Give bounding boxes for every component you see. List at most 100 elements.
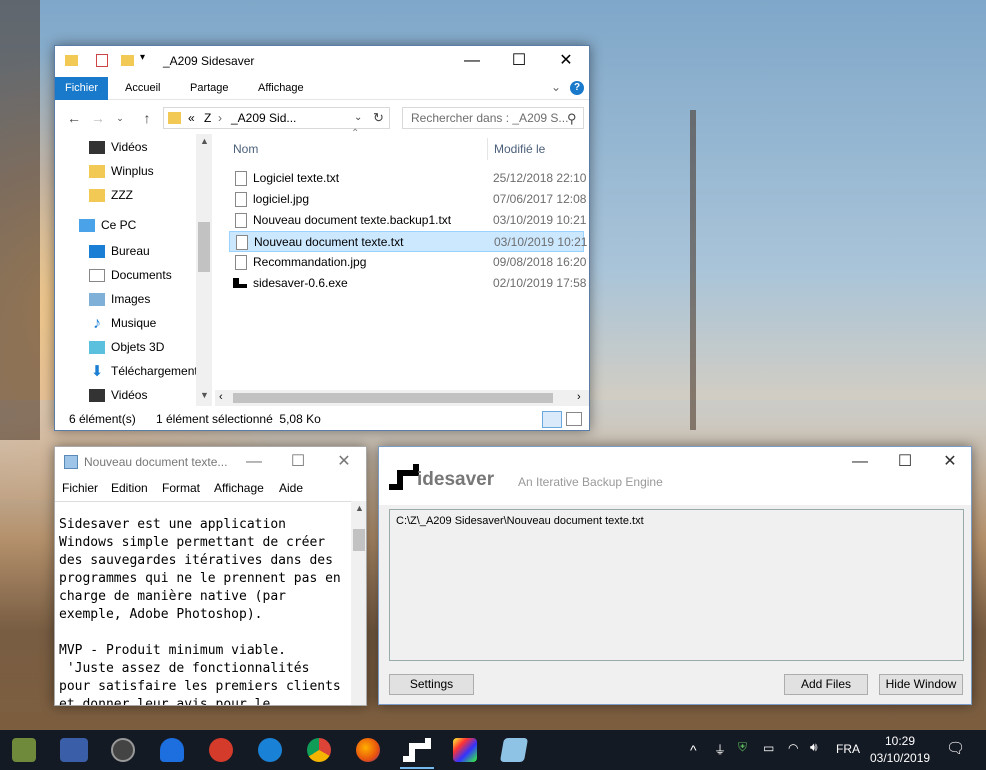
menu-affichage[interactable]: Affichage bbox=[214, 478, 264, 498]
nav-item-musique[interactable]: ♪ Musique bbox=[89, 312, 156, 334]
nav-item-documents[interactable]: Documents bbox=[89, 264, 172, 286]
clock-time[interactable]: 10:29 bbox=[885, 734, 915, 748]
close-button[interactable]: ✕ bbox=[927, 447, 971, 477]
nav-item-label: Bureau bbox=[111, 244, 150, 258]
menu-format[interactable]: Format bbox=[162, 478, 200, 498]
nav-item-videos[interactable]: Vidéos bbox=[89, 136, 147, 158]
sidesaver-taskbar-icon[interactable] bbox=[403, 738, 431, 762]
clock-date[interactable]: 03/10/2019 bbox=[870, 751, 930, 765]
tab-fichier[interactable]: Fichier bbox=[55, 77, 109, 100]
start-app-icon[interactable] bbox=[12, 738, 36, 762]
wifi-icon[interactable]: ◠ bbox=[788, 741, 798, 755]
scroll-thumb[interactable] bbox=[233, 393, 553, 403]
properties-icon[interactable] bbox=[96, 54, 108, 67]
address-bar[interactable]: « Z › _A209 Sid... ⌄ bbox=[163, 107, 390, 129]
firefox-icon[interactable] bbox=[356, 738, 380, 762]
breadcrumb-current[interactable]: _A209 Sid... bbox=[231, 108, 296, 128]
help-icon[interactable]: ? bbox=[570, 81, 584, 95]
volume-icon[interactable]: 🔊︎ bbox=[810, 740, 818, 755]
nav-item-videos-2[interactable]: Vidéos bbox=[89, 384, 147, 406]
minimize-button[interactable]: — bbox=[837, 447, 883, 477]
nav-item-ce-pc[interactable]: Ce PC bbox=[79, 214, 136, 236]
notification-center-icon[interactable]: 🗨︎ bbox=[946, 739, 965, 757]
edge-icon[interactable] bbox=[258, 738, 282, 762]
close-button[interactable]: ✕ bbox=[543, 46, 589, 76]
explorer-titlebar[interactable]: ▾ _A209 Sidesaver — ☐ ✕ bbox=[55, 46, 589, 76]
address-dropdown-icon[interactable]: ⌄ bbox=[354, 108, 362, 128]
back-button[interactable]: ← bbox=[65, 108, 83, 128]
nav-item-zzz[interactable]: ZZZ bbox=[89, 184, 133, 206]
scroll-down-icon[interactable]: ▼ bbox=[200, 390, 209, 400]
tab-affichage[interactable]: Affichage bbox=[248, 77, 314, 100]
tiles-view-icon[interactable] bbox=[566, 412, 582, 426]
file-row[interactable]: Recommandation.jpg 09/08/2018 16:20 bbox=[229, 252, 586, 273]
color-picker-icon[interactable] bbox=[453, 738, 477, 762]
details-view-icon[interactable] bbox=[542, 411, 562, 428]
menu-edition[interactable]: Edition bbox=[111, 478, 148, 498]
nav-item-bureau[interactable]: Bureau bbox=[89, 240, 150, 262]
notebook-app-icon[interactable] bbox=[499, 738, 529, 762]
ccleaner-icon[interactable] bbox=[209, 738, 233, 762]
settings-button[interactable]: Settings bbox=[389, 674, 474, 695]
notepad-titlebar[interactable]: Nouveau document texte... — ☐ ✕ bbox=[55, 447, 366, 477]
file-row[interactable]: logiciel.jpg 07/06/2017 12:08 bbox=[229, 189, 586, 210]
scroll-thumb[interactable] bbox=[198, 222, 210, 272]
breadcrumb-overflow[interactable]: « bbox=[188, 108, 195, 128]
close-button[interactable]: ✕ bbox=[321, 447, 366, 477]
tab-accueil[interactable]: Accueil bbox=[115, 77, 170, 100]
scroll-left-icon[interactable]: ‹ bbox=[219, 391, 223, 403]
add-files-button[interactable]: Add Files bbox=[784, 674, 868, 695]
file-horizontal-scrollbar[interactable]: ‹ › bbox=[215, 390, 589, 406]
ribbon-expand-icon[interactable]: ⌄ bbox=[551, 80, 561, 94]
scroll-thumb[interactable] bbox=[353, 529, 365, 551]
nav-item-images[interactable]: Images bbox=[89, 288, 150, 310]
usb-icon[interactable]: ⏚ bbox=[714, 741, 726, 758]
nav-item-telechargements[interactable]: ⬇ Téléchargements bbox=[89, 360, 204, 382]
column-header-modified[interactable]: Modifié le bbox=[494, 134, 545, 162]
language-indicator[interactable]: FRA bbox=[836, 742, 860, 756]
menu-aide[interactable]: Aide bbox=[279, 478, 303, 498]
file-row[interactable]: Logiciel texte.txt 25/12/2018 22:10 bbox=[229, 168, 586, 189]
breadcrumb-z[interactable]: Z bbox=[204, 108, 211, 128]
notepad-scrollbar[interactable]: ▲ bbox=[351, 501, 366, 705]
scroll-up-icon[interactable]: ▲ bbox=[200, 136, 209, 146]
nav-item-label: Documents bbox=[111, 268, 172, 282]
new-folder-icon[interactable] bbox=[121, 55, 134, 66]
maximize-button[interactable]: ☐ bbox=[275, 447, 321, 477]
chrome-icon[interactable] bbox=[307, 738, 331, 762]
text-line: exemple, Adobe Photoshop). bbox=[59, 607, 263, 622]
search-input[interactable]: Rechercher dans : _A209 S... bbox=[402, 107, 584, 129]
file-row-selected[interactable]: Nouveau document texte.txt 03/10/2019 10… bbox=[229, 231, 587, 252]
battery-icon[interactable]: ▭ bbox=[763, 741, 774, 755]
tracked-files-list[interactable]: C:\Z\_A209 Sidesaver\Nouveau document te… bbox=[389, 509, 964, 661]
sidesaver-header[interactable]: idesaver An Iterative Backup Engine — ☐ … bbox=[379, 447, 971, 505]
nav-item-winplus[interactable]: Winplus bbox=[89, 160, 154, 182]
maximize-button[interactable]: ☐ bbox=[882, 447, 928, 477]
security-shield-icon[interactable]: ⛨ bbox=[738, 740, 747, 755]
forward-button[interactable]: → bbox=[89, 108, 107, 128]
notepad-text-area[interactable]: Sidesaver est une application Windows sim… bbox=[55, 501, 351, 705]
up-button[interactable]: ↑ bbox=[138, 108, 156, 128]
maximize-button[interactable]: ☐ bbox=[496, 46, 542, 76]
quick-access-dropdown-icon[interactable]: ▾ bbox=[140, 52, 145, 63]
malwarebytes-icon[interactable] bbox=[160, 738, 184, 762]
nav-item-objets-3d[interactable]: Objets 3D bbox=[89, 336, 164, 358]
show-hidden-icons-icon[interactable]: ^ bbox=[690, 742, 697, 758]
menu-fichier[interactable]: Fichier bbox=[62, 478, 98, 498]
file-row[interactable]: sidesaver-0.6.exe 02/10/2019 17:58 bbox=[229, 273, 586, 294]
column-header-name[interactable]: Nom bbox=[233, 134, 258, 162]
minimize-button[interactable]: — bbox=[231, 447, 277, 477]
refresh-button[interactable]: ↻ bbox=[373, 110, 384, 126]
navigation-scrollbar[interactable]: ▲ ▼ bbox=[196, 134, 212, 406]
recent-dropdown-icon[interactable]: ⌄ bbox=[111, 108, 129, 128]
scroll-up-icon[interactable]: ▲ bbox=[355, 503, 364, 513]
minimize-button[interactable]: — bbox=[449, 46, 495, 76]
speedometer-app-icon[interactable] bbox=[111, 738, 135, 762]
scroll-right-icon[interactable]: › bbox=[577, 391, 581, 403]
column-divider bbox=[487, 138, 488, 160]
file-row[interactable]: Nouveau document texte.backup1.txt 03/10… bbox=[229, 210, 586, 231]
tracked-file-item[interactable]: C:\Z\_A209 Sidesaver\Nouveau document te… bbox=[396, 515, 957, 527]
tab-partage[interactable]: Partage bbox=[180, 77, 239, 100]
hide-window-button[interactable]: Hide Window bbox=[879, 674, 963, 695]
screenshot-app-icon[interactable] bbox=[60, 738, 88, 762]
